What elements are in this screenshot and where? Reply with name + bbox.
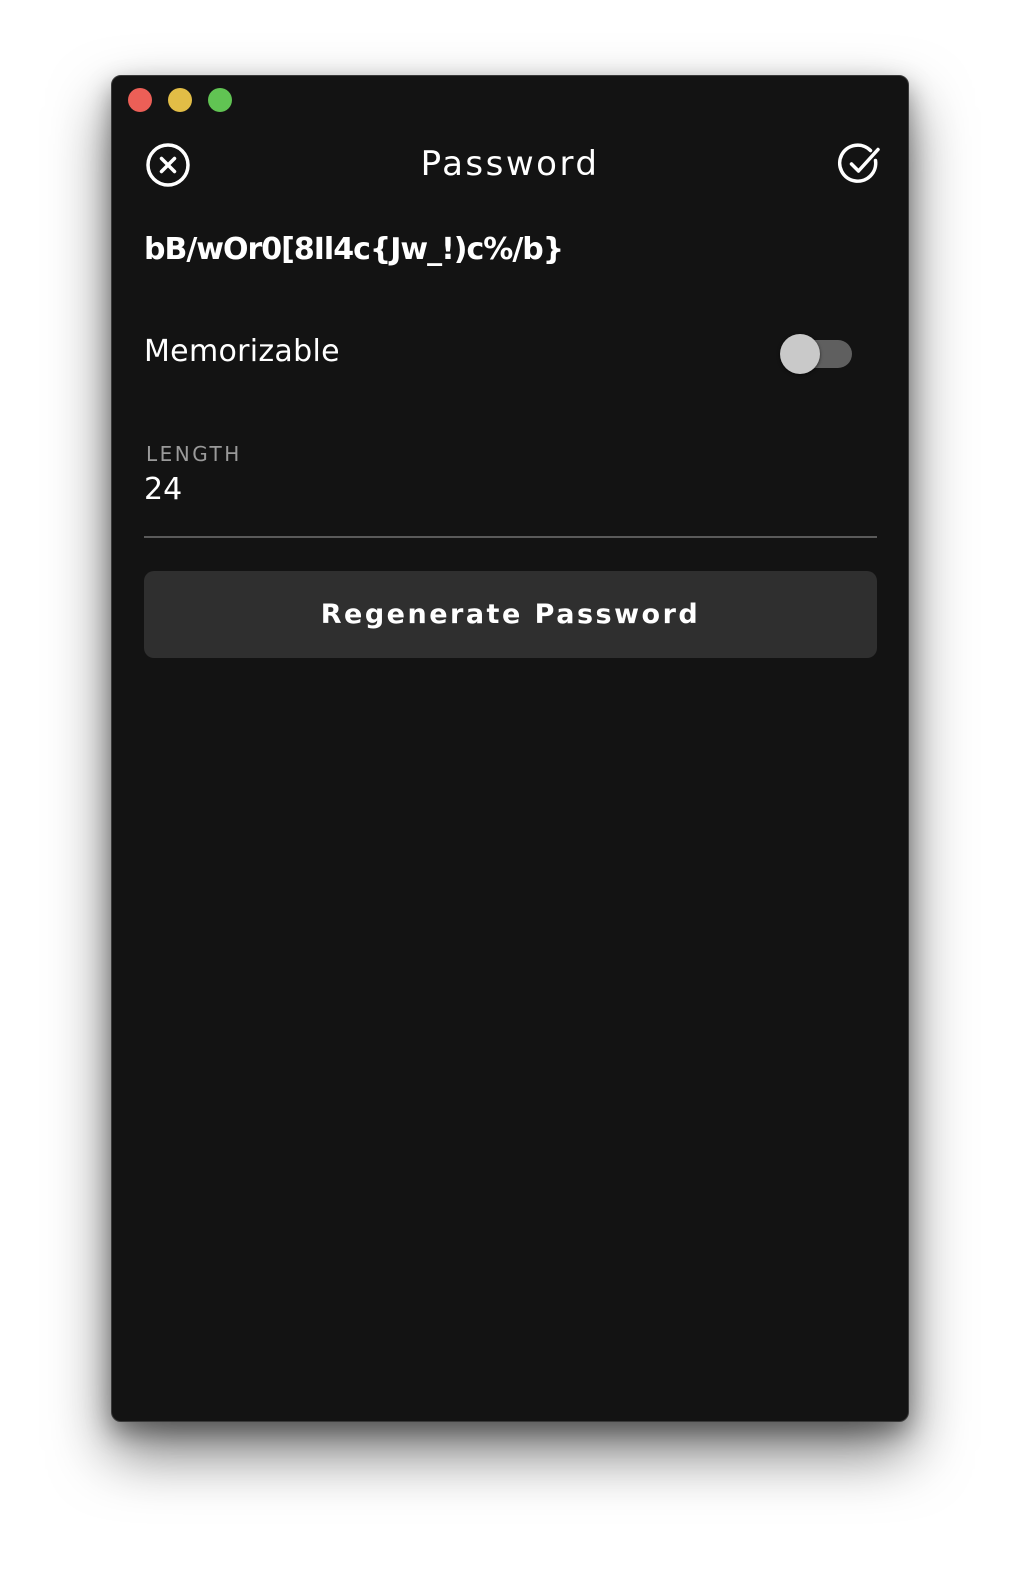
check-circle-icon (837, 143, 880, 183)
window-zoom-button[interactable] (208, 88, 232, 112)
regenerate-password-button[interactable]: Regenerate Password (144, 571, 877, 658)
length-label: LENGTH (146, 442, 242, 466)
length-field[interactable]: LENGTH 24 (144, 442, 877, 538)
confirm-button[interactable] (836, 141, 884, 189)
generated-password: bB/wOr0[8Il4c{Jw_!)c%/b} (144, 232, 564, 267)
page-title: Password (420, 144, 600, 184)
window-minimize-button[interactable] (168, 88, 192, 112)
toggle-knob (780, 334, 820, 374)
window-controls (128, 88, 232, 112)
length-input[interactable]: 24 (144, 472, 182, 507)
memorizable-row: Memorizable (144, 332, 852, 376)
window-close-button[interactable] (128, 88, 152, 112)
memorizable-label: Memorizable (144, 334, 340, 369)
memorizable-toggle[interactable] (780, 334, 852, 374)
password-window: Password bB/wOr0[8Il4c{Jw_!)c%/b} Memori… (111, 75, 909, 1422)
